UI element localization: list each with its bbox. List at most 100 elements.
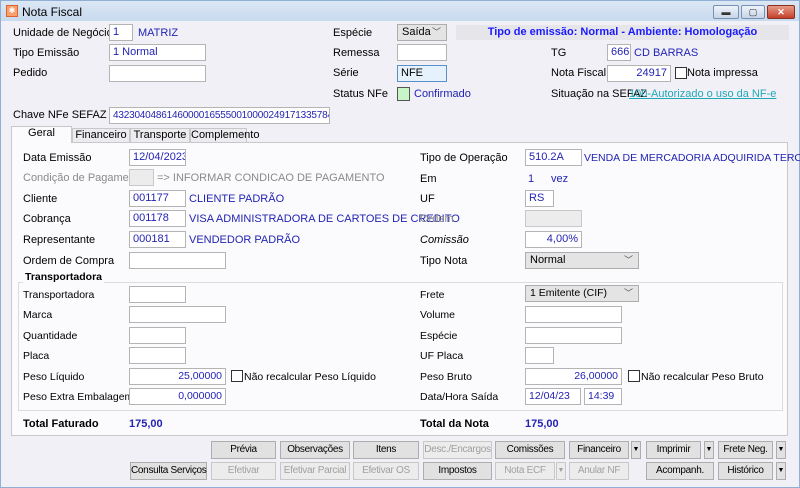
especie-select[interactable]: Saída ﹀ bbox=[397, 24, 447, 41]
total-nota-label: Total da Nota bbox=[420, 418, 489, 430]
financeiro-button[interactable]: Financeiro bbox=[569, 441, 629, 459]
window-title: Nota Fiscal bbox=[22, 5, 83, 19]
efetivar-parcial-button[interactable]: Efetivar Parcial bbox=[280, 462, 350, 480]
chave-nfe-label: Chave NFe SEFAZ bbox=[13, 109, 107, 121]
transportadora-group-label: Transportadora bbox=[23, 271, 105, 284]
remessa-label: Remessa bbox=[333, 47, 380, 59]
condicao-pagamento-input[interactable] bbox=[129, 169, 154, 186]
efetivar-button[interactable]: Efetivar bbox=[211, 462, 276, 480]
transportadora-input[interactable] bbox=[129, 286, 186, 303]
unidade-label: Unidade de Negócio bbox=[13, 27, 113, 39]
pedido-input[interactable] bbox=[109, 65, 206, 82]
tipo-nota-value: Normal bbox=[530, 254, 566, 266]
serie-input[interactable]: NFE bbox=[397, 65, 447, 82]
cliente-name: CLIENTE PADRÃO bbox=[189, 193, 285, 205]
peso-extra-input[interactable]: 0,000000 bbox=[129, 388, 226, 405]
especie-transp-label: Espécie bbox=[420, 330, 458, 342]
imprimir-button[interactable]: Imprimir bbox=[646, 441, 701, 459]
tipo-nota-label: Tipo Nota bbox=[420, 255, 468, 267]
maximize-button[interactable]: ▢ bbox=[741, 5, 765, 19]
comissao-input[interactable]: 4,00% bbox=[525, 231, 582, 248]
volume-label: Volume bbox=[420, 309, 456, 321]
ordem-compra-input[interactable] bbox=[129, 252, 226, 269]
imprimir-dropdown-arrow-icon[interactable]: ▼ bbox=[704, 441, 714, 459]
tipo-emissao-input[interactable]: 1 Normal bbox=[109, 44, 206, 61]
peso-bruto-input[interactable]: 26,00000 bbox=[525, 368, 622, 385]
minimize-button[interactable]: ▬ bbox=[713, 5, 739, 19]
efetivar-os-button[interactable]: Efetivar OS bbox=[353, 462, 419, 480]
marca-input[interactable] bbox=[129, 306, 226, 323]
nao-recalcular-peso-bruto-checkbox[interactable] bbox=[628, 370, 640, 382]
tab-transporte[interactable]: Transporte bbox=[130, 128, 190, 143]
tipo-nota-select[interactable]: Normal ﹀ bbox=[525, 252, 639, 269]
impostos-button[interactable]: Impostos bbox=[423, 462, 492, 480]
representante-name: VENDEDOR PADRÃO bbox=[189, 234, 301, 246]
comissoes-button[interactable]: Comissões bbox=[495, 441, 565, 459]
cobranca-input[interactable]: 001178 bbox=[129, 210, 186, 227]
total-faturado-label: Total Faturado bbox=[23, 418, 99, 430]
data-emissao-input[interactable]: 12/04/2023 bbox=[129, 149, 186, 166]
ordem-input[interactable] bbox=[525, 210, 582, 227]
anular-nf-button[interactable]: Anular NF bbox=[569, 462, 629, 480]
nao-recalcular-peso-liquido-checkbox[interactable] bbox=[231, 370, 243, 382]
previa-button[interactable]: Prévia bbox=[211, 441, 276, 459]
tg-label: TG bbox=[551, 47, 567, 59]
uf-input[interactable]: RS bbox=[525, 190, 554, 207]
peso-liquido-label: Peso Líquido bbox=[23, 371, 85, 383]
unidade-input[interactable]: 1 bbox=[109, 24, 133, 41]
placa-input[interactable] bbox=[129, 347, 186, 364]
frete-neg-dropdown-arrow-icon[interactable]: ▼ bbox=[776, 441, 786, 459]
quantidade-label: Quantidade bbox=[23, 330, 78, 342]
chave-nfe-input[interactable]: 4323040486146000016555001000024917133578… bbox=[109, 107, 330, 124]
situacao-sefaz-link[interactable]: 100-Autorizado o uso da NF-e bbox=[629, 88, 776, 101]
close-button[interactable]: ✕ bbox=[767, 5, 795, 19]
historico-button[interactable]: Histórico bbox=[718, 462, 773, 480]
app-icon: ✱ bbox=[6, 5, 18, 17]
total-faturado-value: 175,00 bbox=[129, 418, 163, 430]
unidade-name: MATRIZ bbox=[138, 27, 179, 39]
data-saida-input[interactable]: 12/04/23 bbox=[525, 388, 581, 405]
nota-ecf-button[interactable]: Nota ECF bbox=[495, 462, 555, 480]
emission-banner: Tipo de emissão: Normal - Ambiente: Homo… bbox=[456, 25, 789, 40]
ordem-label: Ordem bbox=[420, 213, 454, 225]
especie-transp-input[interactable] bbox=[525, 327, 622, 344]
cliente-label: Cliente bbox=[23, 193, 58, 205]
consulta-servicos-button[interactable]: Consulta Serviços bbox=[130, 462, 207, 480]
condicao-pagamento-hint: => INFORMAR CONDICAO DE PAGAMENTO bbox=[157, 172, 385, 184]
especie-label: Espécie bbox=[333, 27, 373, 39]
peso-liquido-input[interactable]: 25,00000 bbox=[129, 368, 226, 385]
cliente-input[interactable]: 001177 bbox=[129, 190, 186, 207]
hora-saida-input[interactable]: 14:39 bbox=[584, 388, 622, 405]
tipo-emissao-label: Tipo Emissão bbox=[13, 47, 80, 59]
tab-complemento[interactable]: Complemento bbox=[190, 128, 259, 143]
serie-label: Série bbox=[333, 67, 359, 79]
financeiro-dropdown-arrow-icon[interactable]: ▼ bbox=[631, 441, 641, 459]
quantidade-input[interactable] bbox=[129, 327, 186, 344]
tab-geral[interactable]: Geral bbox=[11, 126, 72, 143]
peso-extra-label: Peso Extra Embalagem bbox=[23, 391, 134, 403]
itens-button[interactable]: Itens bbox=[353, 441, 419, 459]
uf-label: UF bbox=[420, 193, 435, 205]
status-nfe-value: Confirmado bbox=[414, 88, 471, 100]
nota-ecf-dropdown-arrow-icon[interactable]: ▼ bbox=[556, 462, 566, 480]
representante-input[interactable]: 000181 bbox=[129, 231, 186, 248]
uf-placa-input[interactable] bbox=[525, 347, 554, 364]
nota-fiscal-input[interactable]: 24917 bbox=[607, 65, 671, 82]
remessa-input[interactable] bbox=[397, 44, 447, 61]
observacoes-button[interactable]: Observações bbox=[280, 441, 350, 459]
nao-recalcular-peso-liquido-label: Não recalcular Peso Líquido bbox=[244, 371, 376, 383]
desc-encargos-button[interactable]: Desc./Encargos bbox=[423, 441, 492, 459]
representante-label: Representante bbox=[23, 234, 96, 246]
volume-input[interactable] bbox=[525, 306, 622, 323]
frete-neg-button[interactable]: Frete Neg. bbox=[718, 441, 773, 459]
tab-financeiro[interactable]: Financeiro bbox=[72, 128, 130, 143]
nota-fiscal-window: ✱ Nota Fiscal ▬ ▢ ✕ Unidade de Negócio 1… bbox=[0, 0, 800, 488]
frete-value: 1 Emitente (CIF) bbox=[530, 287, 608, 299]
historico-dropdown-arrow-icon[interactable]: ▼ bbox=[776, 462, 786, 480]
tipo-operacao-input[interactable]: 510.2A bbox=[525, 149, 582, 166]
nota-impressa-checkbox[interactable] bbox=[675, 67, 687, 79]
frete-select[interactable]: 1 Emitente (CIF) ﹀ bbox=[525, 285, 639, 302]
acompanhamento-button[interactable]: Acompanh. bbox=[646, 462, 714, 480]
status-nfe-label: Status NFe bbox=[333, 88, 389, 100]
tg-input[interactable]: 666 bbox=[607, 44, 631, 61]
